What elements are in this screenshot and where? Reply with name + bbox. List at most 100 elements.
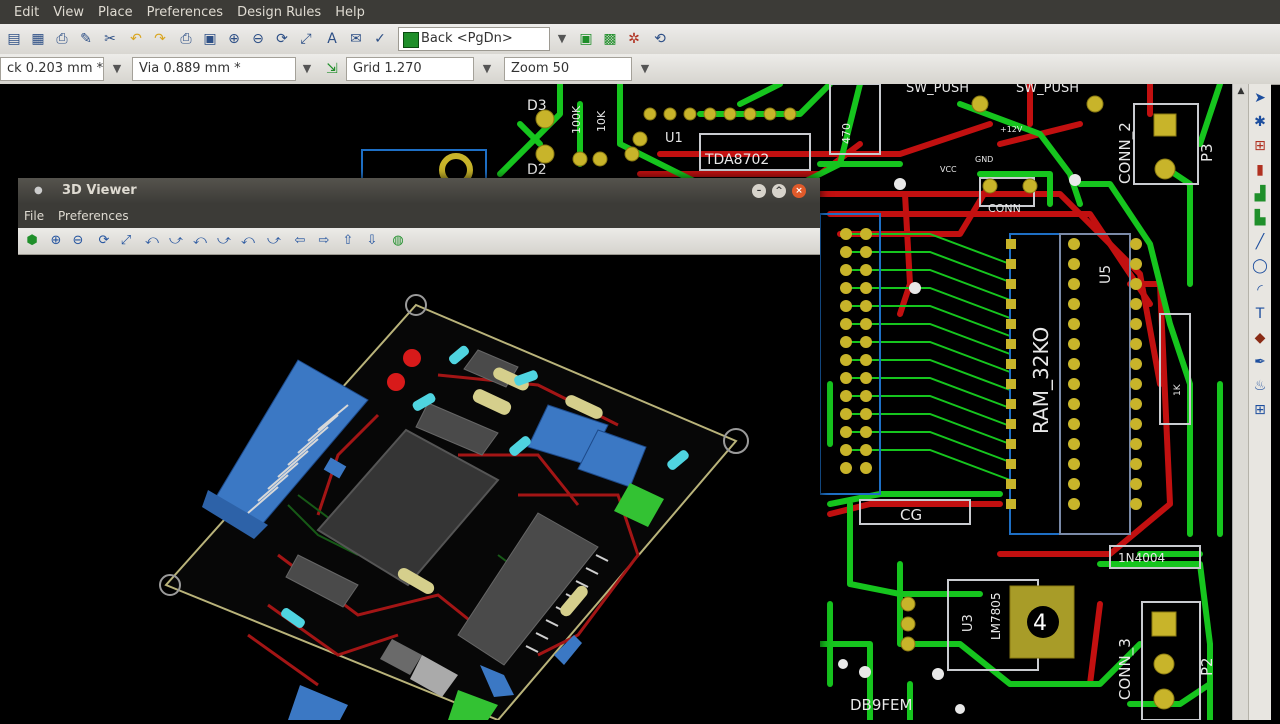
find-icon[interactable]: A [322,29,342,49]
drc-icon[interactable]: ✓ [370,29,390,49]
add-dimension-icon[interactable]: ◆ [1250,328,1270,348]
local-ratsnest-icon[interactable]: ⊞ [1250,136,1270,156]
netlist-icon[interactable]: ✉ [346,29,366,49]
maximize-icon[interactable]: ^ [772,184,786,198]
zoom-fit-icon[interactable]: ⤢ [296,29,316,49]
label-u1: U1 [665,131,683,146]
move-down-icon[interactable]: ⇩ [362,231,382,251]
rotate-y-neg-icon[interactable]: ⤺ [190,231,210,251]
rotate-x-pos-icon[interactable]: ⤻ [166,231,186,251]
label-12v: +12V [1000,125,1023,134]
3d-board-render [159,294,749,722]
vertical-scrollbar[interactable]: ▲ [1232,84,1249,720]
layer-select[interactable]: Back <PgDn> [398,27,550,51]
label-gnd: GND [975,155,993,164]
menu-bar: Edit View Place Preferences Design Rules… [0,0,1280,24]
select-arrow-icon[interactable]: ➤ [1250,88,1270,108]
3d-led-2 [387,373,405,391]
minimize-icon[interactable]: – [752,184,766,198]
zoom-out-icon[interactable]: ⊖ [248,29,268,49]
script-icon[interactable]: ⟲ [650,29,670,49]
move-right-icon[interactable]: ⇨ [314,231,334,251]
save-board-icon[interactable]: ⎙ [52,29,72,49]
label-lm7805: LM7805 [989,592,1003,640]
label-p2: P2 [1198,657,1216,676]
viewer-menu-file[interactable]: File [24,204,44,228]
menu-help[interactable]: Help [335,5,365,20]
add-target-icon[interactable]: ✒ [1250,352,1270,372]
label-1k: 1K [1173,383,1183,396]
viewer-redraw-icon[interactable]: ⟳ [94,231,114,251]
add-zone-icon[interactable]: ▙ [1250,208,1270,228]
label-conn2: CONN_2 [1116,122,1135,184]
3d-viewer-window: ● 3D Viewer – ^ × File Preferences ⬢ ⊕ ⊖… [18,178,820,722]
add-arc-icon[interactable]: ◜ [1250,280,1270,300]
layer-dropdown-arrow[interactable]: ▼ [552,27,572,51]
track-width-combo[interactable]: ck 0.203 mm * [0,57,104,81]
viewer-zoom-fit-icon[interactable]: ⤢ [116,231,136,251]
add-text-icon[interactable]: T [1250,304,1270,324]
zoom-dropdown[interactable]: ▼ [634,57,656,81]
window-menu-icon[interactable]: ● [34,178,43,204]
redo-icon[interactable]: ↷ [150,29,170,49]
rotate-z-pos-icon[interactable]: ⤻ [264,231,284,251]
grid-dropdown[interactable]: ▼ [476,57,498,81]
add-circle-icon[interactable]: ◯ [1250,256,1270,276]
move-up-icon[interactable]: ⇧ [338,231,358,251]
rotate-x-neg-icon[interactable]: ⤺ [142,231,162,251]
label-sw-push-2: SW_PUSH [1016,84,1079,96]
redraw-icon[interactable]: ⟳ [272,29,292,49]
main-toolbar: ▤ ▦ ⎙ ✎ ✂ ↶ ↷ ⎙ ▣ ⊕ ⊖ ⟳ ⤢ A ✉ ✓ Back <Pg… [0,24,1280,55]
zoom-in-icon[interactable]: ⊕ [224,29,244,49]
undo-icon[interactable]: ↶ [126,29,146,49]
3d-viewer-canvas[interactable] [18,255,820,722]
menu-preferences[interactable]: Preferences [147,5,223,20]
move-left-icon[interactable]: ⇦ [290,231,310,251]
label-db9fem: DB9FEM [850,696,912,714]
zoom-combo[interactable]: Zoom 50 [504,57,632,81]
3d-viewer-titlebar[interactable]: ● 3D Viewer – ^ × [18,178,820,204]
label-470: 470 [840,123,853,144]
menu-design-rules[interactable]: Design Rules [237,5,321,20]
auto-track-width-icon[interactable]: ⇲ [322,59,342,79]
add-tracks-icon[interactable]: ▟ [1250,184,1270,204]
label-conn: CONN [988,202,1021,215]
delete-icon[interactable]: ♨ [1250,376,1270,396]
print-icon[interactable]: ⎙ [176,29,196,49]
new-board-icon[interactable]: ▤ [4,29,24,49]
offset-icon[interactable]: ⊞ [1250,400,1270,420]
scroll-up-arrow-icon[interactable]: ▲ [1235,86,1247,98]
viewer-zoom-in-icon[interactable]: ⊕ [46,231,66,251]
via-size-dropdown[interactable]: ▼ [296,57,318,81]
viewer-zoom-out-icon[interactable]: ⊖ [68,231,88,251]
layer-pair-icon[interactable]: ▣ [576,29,596,49]
plot-icon[interactable]: ▣ [200,29,220,49]
viewer-menu-preferences[interactable]: Preferences [58,204,129,228]
autoroute-icon[interactable]: ▩ [600,29,620,49]
page-settings-icon[interactable]: ✎ [76,29,96,49]
label-d2: D2 [527,162,547,178]
open-board-icon[interactable]: ▦ [28,29,48,49]
menu-place[interactable]: Place [98,5,133,20]
reload-icon[interactable]: ⬢ [22,231,42,251]
options-toolbar: ck 0.203 mm * ▼ Via 0.889 mm * ▼ ⇲ Grid … [0,54,1280,85]
grid-combo[interactable]: Grid 1.270 [346,57,474,81]
cut-icon[interactable]: ✂ [100,29,120,49]
rotate-z-neg-icon[interactable]: ⤺ [238,231,258,251]
menu-edit[interactable]: Edit [14,5,39,20]
label-1n4004: 1N4004 [1118,551,1165,565]
label-tda8702: TDA8702 [704,152,769,168]
label-100k: 100K [570,105,583,134]
close-icon[interactable]: × [792,184,806,198]
add-module-icon[interactable]: ▮ [1250,160,1270,180]
track-width-dropdown[interactable]: ▼ [106,57,128,81]
rotate-y-pos-icon[interactable]: ⤻ [214,231,234,251]
label-cg: CG [900,506,922,524]
label-u3: U3 [961,614,976,632]
highlight-net-icon[interactable]: ✱ [1250,112,1270,132]
via-size-combo[interactable]: Via 0.889 mm * [132,57,296,81]
ratsnest-icon[interactable]: ✲ [624,29,644,49]
add-line-icon[interactable]: ╱ [1250,232,1270,252]
ortho-icon[interactable]: ◍ [388,231,408,251]
menu-view[interactable]: View [53,5,84,20]
